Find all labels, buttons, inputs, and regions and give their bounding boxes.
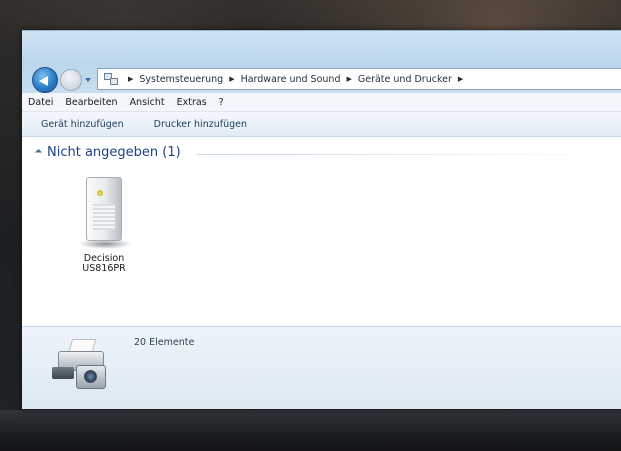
menu-datei[interactable]: Datei [28, 97, 53, 108]
navigation-row: ▶ Systemsteuerung ▶ Hardware und Sound ▶… [22, 65, 621, 93]
item-count: 20 Elemente [134, 337, 195, 348]
device-list: Nicht angegeben (1) Decision US816PR [22, 137, 621, 299]
menu-bar: Datei Bearbeiten Ansicht Extras ? [22, 93, 621, 112]
menu-bearbeiten[interactable]: Bearbeiten [65, 97, 117, 108]
group-header[interactable]: Nicht angegeben (1) [34, 145, 181, 160]
menu-help[interactable]: ? [219, 97, 224, 108]
collapse-arrow-icon[interactable] [34, 148, 43, 157]
group-divider [197, 154, 621, 155]
control-panel-icon [104, 73, 118, 85]
title-bar [22, 31, 621, 65]
device-name-line2: US816PR [82, 263, 126, 274]
group-title: Nicht angegeben (1) [47, 145, 181, 160]
tower-printer-icon [74, 173, 134, 255]
device-item[interactable]: Decision US816PR [64, 173, 144, 275]
add-device-button[interactable]: Gerät hinzufügen [41, 119, 124, 130]
menu-extras[interactable]: Extras [177, 97, 207, 108]
printer-camera-icon [50, 339, 110, 395]
breadcrumb-separator-icon[interactable]: ▶ [346, 75, 351, 83]
menu-ansicht[interactable]: Ansicht [130, 97, 165, 108]
breadcrumb-separator-icon[interactable]: ▶ [229, 75, 234, 83]
add-printer-button[interactable]: Drucker hinzufügen [154, 119, 247, 130]
breadcrumb-separator-icon[interactable]: ▶ [458, 75, 463, 83]
recent-pages-dropdown-icon[interactable] [85, 78, 91, 82]
command-bar: Gerät hinzufügen Drucker hinzufügen [22, 112, 621, 137]
desk-surface [0, 410, 621, 451]
details-pane: 20 Elemente [22, 326, 621, 409]
breadcrumb-systemsteuerung[interactable]: Systemsteuerung [139, 74, 223, 85]
breadcrumb-geraete-und-drucker[interactable]: Geräte und Drucker [358, 74, 452, 85]
forward-arrow-icon[interactable] [60, 69, 82, 91]
breadcrumb-separator-icon[interactable]: ▶ [128, 75, 133, 83]
back-arrow-icon[interactable] [32, 67, 58, 93]
breadcrumb-hardware-und-sound[interactable]: Hardware und Sound [241, 74, 341, 85]
address-bar[interactable]: ▶ Systemsteuerung ▶ Hardware und Sound ▶… [97, 68, 621, 90]
